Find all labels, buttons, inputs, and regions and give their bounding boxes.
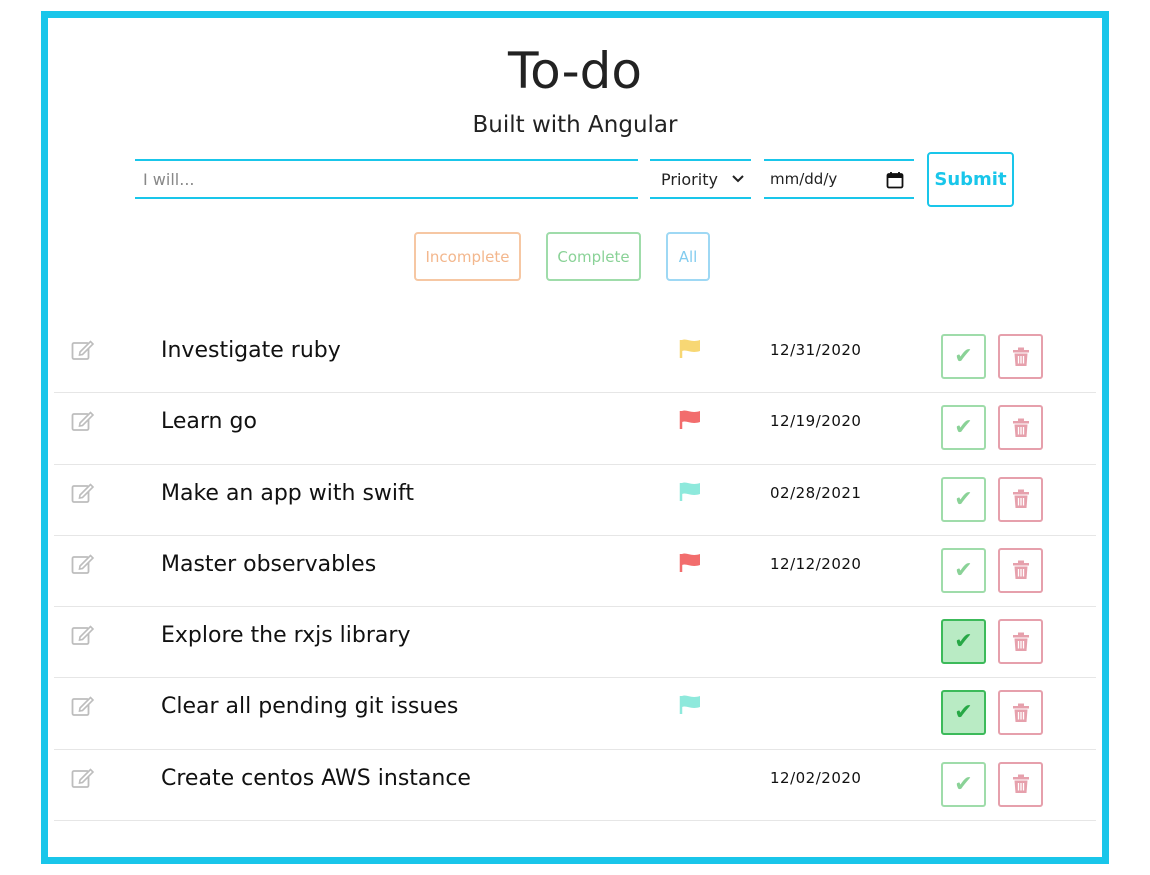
- due-date-field[interactable]: mm/dd/y: [764, 159, 914, 199]
- delete-button[interactable]: [998, 476, 1043, 522]
- edit-icon[interactable]: [71, 410, 95, 432]
- todo-text: Investigate ruby: [161, 338, 341, 363]
- complete-toggle-button[interactable]: ✔: [941, 547, 986, 593]
- edit-icon[interactable]: [71, 339, 95, 361]
- edit-icon[interactable]: [71, 767, 95, 789]
- check-icon: ✔: [954, 771, 973, 797]
- todo-text: Learn go: [161, 409, 257, 435]
- todo-row: Master observables 12/12/2020 ✔: [54, 536, 1096, 608]
- filter-incomplete-button[interactable]: Incomplete: [414, 232, 521, 281]
- check-icon: ✔: [954, 486, 973, 512]
- flag-icon: [679, 482, 700, 501]
- due-date-placeholder: mm/dd/y: [770, 170, 838, 188]
- edit-icon[interactable]: [71, 482, 95, 504]
- check-icon: ✔: [954, 700, 973, 726]
- page-subtitle: Built with Angular: [472, 112, 678, 138]
- trash-icon: [1012, 632, 1029, 651]
- todo-text: Master observables: [161, 551, 377, 577]
- filter-all-button[interactable]: All: [666, 232, 710, 281]
- flag-icon: [679, 553, 700, 572]
- trash-icon: [1012, 489, 1029, 509]
- todo-text: Clear all pending git issues: [161, 694, 459, 720]
- delete-button[interactable]: [998, 619, 1043, 665]
- edit-icon[interactable]: [71, 624, 95, 646]
- todo-due-date: 12/02/2020: [770, 768, 862, 787]
- todo-due-date: 02/28/2021: [770, 483, 862, 502]
- todo-row: Explore the rxjs library ✔: [54, 607, 1096, 679]
- delete-button[interactable]: [998, 761, 1043, 807]
- flag-icon: [679, 339, 700, 358]
- todo-row: Clear all pending git issues ✔: [54, 678, 1096, 750]
- todo-row: Make an app with swift 02/28/2021 ✔: [54, 465, 1096, 536]
- todo-row: Create centos AWS instance 12/02/2020 ✔: [54, 750, 1096, 822]
- todo-text: Make an app with swift: [161, 480, 414, 506]
- todo-text: Create centos AWS instance: [161, 765, 471, 791]
- check-icon: ✔: [954, 344, 973, 369]
- complete-toggle-button[interactable]: ✔: [941, 476, 986, 522]
- complete-toggle-button[interactable]: ✔: [941, 761, 986, 807]
- trash-icon: [1012, 560, 1029, 580]
- todo-row: Investigate ruby 12/31/2020 ✔: [54, 322, 1096, 394]
- filter-complete-button[interactable]: Complete: [546, 232, 641, 281]
- page-title: To-do: [508, 42, 642, 100]
- trash-icon: [1012, 347, 1029, 366]
- todo-list: Investigate ruby 12/31/2020 ✔ Learn go 1…: [54, 322, 1096, 822]
- priority-select-label: Priority: [661, 169, 718, 189]
- todo-text: Explore the rxjs library: [161, 623, 411, 649]
- todo-due-date: 12/12/2020: [770, 554, 862, 573]
- check-icon: ✔: [954, 415, 973, 441]
- trash-icon: [1012, 703, 1029, 722]
- check-icon: ✔: [954, 629, 973, 655]
- delete-button[interactable]: [998, 334, 1043, 379]
- delete-button[interactable]: [998, 405, 1043, 451]
- task-input[interactable]: [135, 159, 638, 199]
- complete-toggle-button[interactable]: ✔: [941, 405, 986, 451]
- edit-icon[interactable]: [71, 695, 95, 717]
- trash-icon: [1012, 774, 1029, 794]
- complete-toggle-button[interactable]: ✔: [941, 619, 986, 665]
- complete-toggle-button[interactable]: ✔: [941, 334, 986, 379]
- todo-due-date: 12/19/2020: [770, 412, 862, 431]
- delete-button[interactable]: [998, 690, 1043, 736]
- chevron-down-icon: [732, 175, 744, 183]
- check-icon: ✔: [954, 557, 973, 583]
- submit-button[interactable]: Submit: [927, 152, 1014, 207]
- todo-row: Learn go 12/19/2020 ✔: [54, 393, 1096, 465]
- calendar-icon[interactable]: [886, 171, 904, 189]
- trash-icon: [1012, 418, 1029, 437]
- flag-icon: [679, 410, 700, 430]
- priority-select[interactable]: Priority: [650, 159, 751, 199]
- todo-due-date: 12/31/2020: [770, 341, 862, 359]
- flag-icon: [679, 695, 700, 715]
- complete-toggle-button[interactable]: ✔: [941, 690, 986, 736]
- edit-icon[interactable]: [71, 553, 95, 575]
- delete-button[interactable]: [998, 547, 1043, 593]
